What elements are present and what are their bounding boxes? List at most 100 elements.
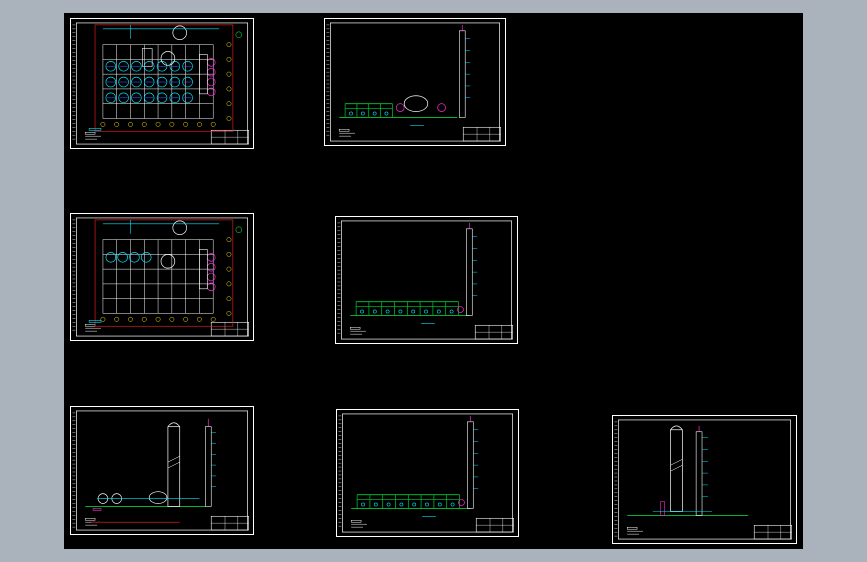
cad-linework [169, 316, 175, 322]
cad-linework [349, 111, 353, 116]
cad-linework [155, 316, 161, 322]
sheet-elevation-upper-drawing [326, 22, 501, 142]
cad-linework [160, 254, 176, 269]
cad-linework [226, 296, 232, 302]
cad-linework [206, 262, 216, 272]
drawing-sheet-plan-upper[interactable] [70, 18, 254, 149]
notes-block [84, 518, 96, 521]
cad-linework [399, 502, 404, 507]
cad-linework [196, 316, 202, 322]
tower-head [670, 425, 683, 430]
drawing-sheet-elevation-lower-left[interactable] [70, 406, 254, 535]
notes-block [84, 131, 96, 135]
cad-linework [128, 316, 133, 322]
cad-linework [210, 121, 216, 127]
cad-linework [437, 103, 446, 112]
cad-linework [660, 501, 665, 516]
cad-linework [129, 252, 140, 263]
sheet-elevation-middle-drawing [337, 220, 513, 340]
sheet-inner-border [341, 220, 512, 340]
drawing-sheet-plan-middle[interactable] [70, 213, 254, 341]
cad-linework [450, 502, 455, 507]
north-arrow-icon [235, 226, 243, 233]
cad-linework [436, 309, 441, 314]
notes-block [350, 520, 362, 523]
cad-linework [114, 121, 120, 127]
cad-linework [226, 237, 232, 243]
drawing-sheet-elevation-lower-middle[interactable] [336, 409, 519, 537]
drawing-sheet-elevation-upper[interactable] [324, 18, 506, 146]
cad-linework [384, 111, 389, 116]
cad-linework [373, 502, 378, 507]
cad-linework [183, 121, 189, 127]
sheet-elevation-lower-middle-drawing [338, 413, 514, 533]
cad-linework [210, 316, 216, 322]
north-arrow-icon [235, 31, 243, 39]
cad-linework [226, 281, 232, 287]
cad-linework [360, 309, 364, 314]
cad-linework [424, 309, 428, 314]
cad-linework [205, 426, 212, 507]
horizontal-tank [403, 95, 429, 112]
stack-column [466, 228, 473, 316]
sheet-inner-border [342, 413, 513, 533]
sheet-elevation-lower-left-drawing [72, 410, 249, 531]
cad-linework [167, 456, 180, 463]
cad-linework [226, 101, 232, 107]
cad-linework [226, 42, 232, 48]
cad-linework [395, 103, 405, 112]
notes-block [349, 327, 361, 330]
sheet-inner-border [75, 22, 249, 145]
notes-block [84, 324, 96, 327]
cad-linework [670, 459, 683, 466]
cad-linework [117, 252, 128, 263]
absorption-tower [670, 429, 683, 512]
drawing-sheet-elevation-middle[interactable] [335, 216, 518, 344]
sheet-plan-middle-drawing [72, 217, 249, 337]
cad-linework [226, 266, 232, 272]
horizontal-tank [148, 491, 168, 504]
cad-linework [128, 121, 133, 127]
cad-linework [226, 116, 232, 121]
sheet-inner-border [76, 410, 248, 531]
cad-linework [361, 502, 365, 507]
distillation-column [167, 426, 181, 507]
sheet-plan-upper-drawing [72, 22, 249, 145]
cad-linework [141, 316, 147, 322]
cad-linework [155, 121, 161, 127]
drawing-sheet-elevation-lower-right[interactable] [612, 415, 797, 544]
sheet-inner-border [329, 22, 501, 142]
stack-column [467, 421, 474, 509]
cad-linework [140, 252, 152, 263]
cad-linework [425, 502, 429, 507]
cad-linework [372, 111, 377, 116]
cad-linework [411, 309, 416, 314]
cad-linework [385, 309, 390, 314]
cad-linework [169, 121, 175, 127]
vessel-top-view [172, 220, 187, 236]
cad-linework [449, 309, 454, 314]
cad-linework [206, 272, 216, 282]
cad-linework [197, 121, 202, 127]
cad-linework [226, 86, 232, 92]
cad-linework [670, 465, 683, 472]
notes-block [626, 527, 638, 530]
cad-linework [206, 67, 216, 77]
cad-linework [412, 502, 417, 507]
cad-linework [695, 431, 703, 516]
vessel-top-view [172, 25, 187, 41]
sheet-inner-border [76, 217, 248, 337]
cad-linework [372, 309, 377, 314]
cad-linework [160, 51, 176, 66]
cad-linework [92, 508, 102, 511]
cad-linework [183, 316, 189, 322]
cad-model-space[interactable] [64, 13, 803, 549]
cad-linework [226, 56, 232, 62]
notes-block [338, 129, 350, 132]
sheet-elevation-lower-right-drawing [614, 419, 792, 540]
cad-linework [206, 77, 216, 87]
cad-linework [226, 311, 232, 316]
cad-linework [398, 309, 403, 314]
cad-linework [100, 316, 106, 322]
cad-linework [142, 48, 153, 67]
